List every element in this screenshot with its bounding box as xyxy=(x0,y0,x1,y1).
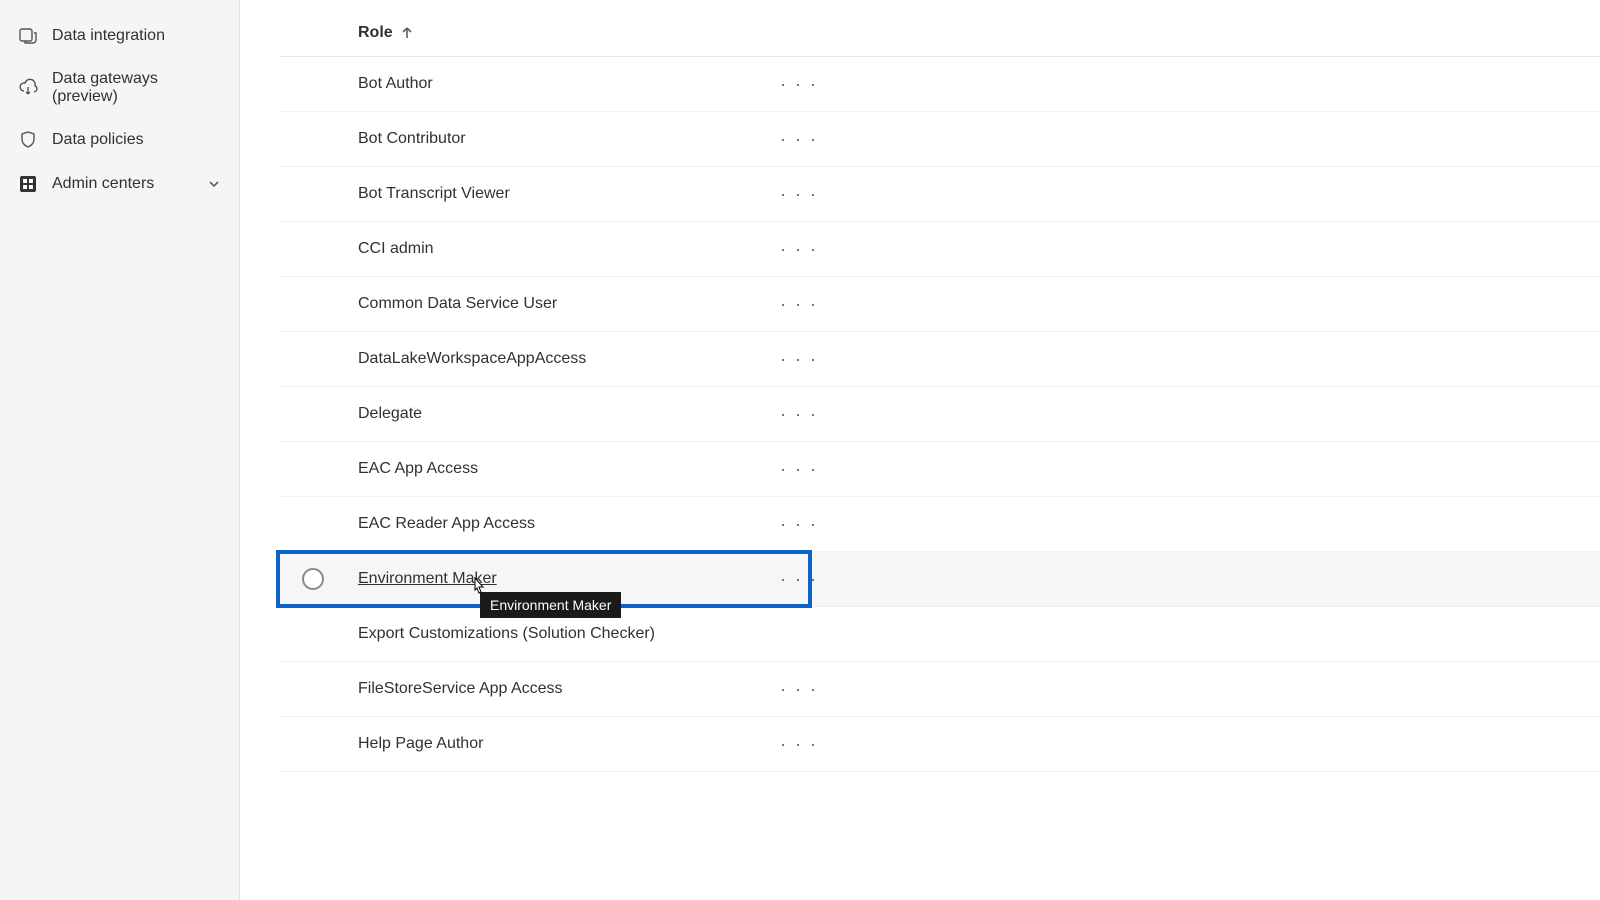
more-actions-icon[interactable]: · · · xyxy=(780,679,818,700)
column-header-label: Role xyxy=(358,24,393,42)
more-actions-icon[interactable]: · · · xyxy=(780,74,818,95)
table-row[interactable]: Bot Author · · · xyxy=(280,57,1600,112)
table-row-highlighted[interactable]: Environment Maker · · · Environment Make… xyxy=(280,552,1600,607)
role-name: Common Data Service User xyxy=(358,295,738,313)
chevron-down-icon xyxy=(207,177,221,191)
table-row[interactable]: EAC Reader App Access · · · xyxy=(280,497,1600,552)
role-name: FileStoreService App Access xyxy=(358,680,738,698)
table-row[interactable]: Common Data Service User · · · xyxy=(280,277,1600,332)
sidebar-item-admin-centers[interactable]: Admin centers xyxy=(0,162,239,206)
role-name: EAC Reader App Access xyxy=(358,515,738,533)
data-integration-icon xyxy=(18,26,38,46)
role-name: Help Page Author xyxy=(358,735,738,753)
sidebar-item-data-policies[interactable]: Data policies xyxy=(0,118,239,162)
role-name: CCI admin xyxy=(358,240,738,258)
more-actions-icon[interactable]: · · · xyxy=(780,294,818,315)
more-actions-icon[interactable]: · · · xyxy=(780,734,818,755)
shield-icon xyxy=(18,130,38,150)
role-name: EAC App Access xyxy=(358,460,738,478)
sidebar-item-label: Data integration xyxy=(52,27,165,45)
role-name: Bot Author xyxy=(358,75,738,93)
role-name: Delegate xyxy=(358,405,738,423)
more-actions-icon[interactable]: · · · xyxy=(780,349,818,370)
role-name: Bot Transcript Viewer xyxy=(358,185,738,203)
sort-ascending-icon xyxy=(401,26,413,40)
table-row[interactable]: Bot Transcript Viewer · · · xyxy=(280,167,1600,222)
table-row[interactable]: Bot Contributor · · · xyxy=(280,112,1600,167)
sidebar-item-data-integration[interactable]: Data integration xyxy=(0,14,239,58)
sidebar-item-label: Data gateways (preview) xyxy=(52,70,221,106)
table-row[interactable]: CCI admin · · · xyxy=(280,222,1600,277)
main-content: Role Bot Author · · · Bot Contributor · … xyxy=(240,0,1600,900)
more-actions-icon[interactable]: · · · xyxy=(780,459,818,480)
sidebar-nav: Data integration Data gateways (preview)… xyxy=(0,0,240,900)
table-row[interactable]: Help Page Author · · · xyxy=(280,717,1600,772)
sidebar-item-label: Data policies xyxy=(52,131,144,149)
tooltip: Environment Maker xyxy=(480,592,621,618)
more-actions-icon[interactable]: · · · xyxy=(780,514,818,535)
admin-centers-icon xyxy=(18,174,38,194)
more-actions-icon[interactable]: · · · xyxy=(780,239,818,260)
more-actions-icon[interactable]: · · · xyxy=(780,129,818,150)
sidebar-item-label: Admin centers xyxy=(52,175,154,193)
table-header: Role xyxy=(280,14,1600,57)
role-name: Environment Maker xyxy=(358,570,738,588)
table-row[interactable]: Export Customizations (Solution Checker)… xyxy=(280,607,1600,662)
more-actions-icon[interactable]: · · · xyxy=(780,184,818,205)
more-actions-icon[interactable]: · · · xyxy=(780,404,818,425)
table-row[interactable]: Delegate · · · xyxy=(280,387,1600,442)
column-header-role[interactable]: Role xyxy=(358,24,413,42)
more-actions-icon[interactable]: · · · xyxy=(780,569,818,590)
role-name: Bot Contributor xyxy=(358,130,738,148)
table-row[interactable]: DataLakeWorkspaceAppAccess · · · xyxy=(280,332,1600,387)
table-row[interactable]: EAC App Access · · · xyxy=(280,442,1600,497)
row-select-radio[interactable] xyxy=(302,568,324,590)
sidebar-item-data-gateways[interactable]: Data gateways (preview) xyxy=(0,58,239,118)
cloud-download-icon xyxy=(18,78,38,98)
role-name: Export Customizations (Solution Checker) xyxy=(358,625,738,643)
table-row[interactable]: FileStoreService App Access · · · xyxy=(280,662,1600,717)
role-name: DataLakeWorkspaceAppAccess xyxy=(358,350,738,368)
